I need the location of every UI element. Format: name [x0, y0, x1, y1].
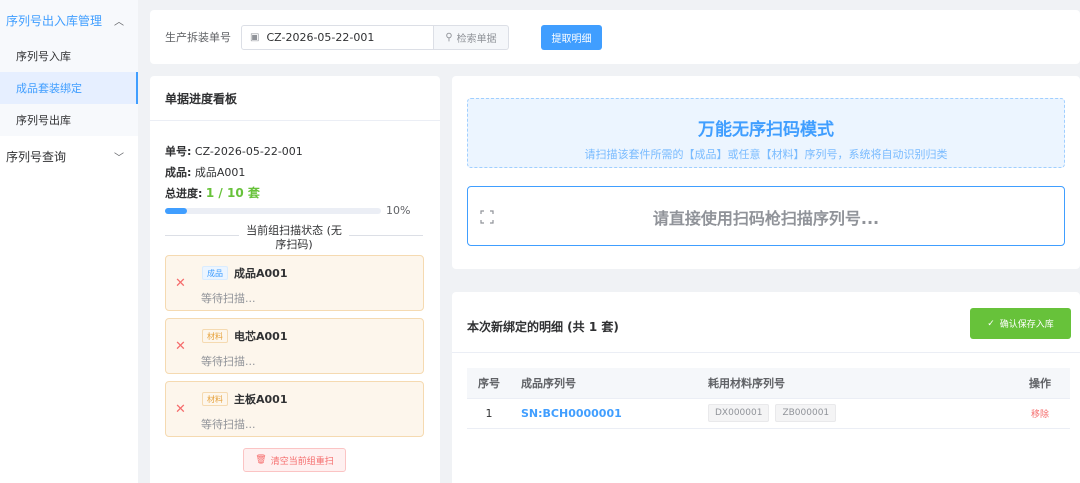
group-status-divider: 当前组扫描状态 (无 序扫码)	[165, 224, 423, 254]
close-icon: ✕	[175, 276, 186, 291]
material-sn-tag: ZB000001	[775, 404, 837, 422]
progress-bar-fill	[165, 208, 187, 214]
item-name: 电芯A001	[234, 330, 288, 343]
scan-placeholder: 请直接使用扫码枪扫描序列号...	[652, 209, 880, 228]
menu-group-label: 序列号查询	[6, 149, 67, 164]
progress-key: 总进度:	[165, 187, 203, 200]
divider	[452, 352, 1080, 353]
empty-row	[467, 428, 1070, 478]
sidebar-item-kit-binding[interactable]: 成品套装绑定	[0, 72, 138, 104]
col-header-no: 序号	[467, 368, 511, 399]
sidebar-item-label: 序列号入库	[16, 50, 71, 63]
scan-card-product: ✕ 成品 成品A001 等待扫描...	[165, 255, 424, 311]
search-order-button[interactable]: ⚲ 检索单据	[434, 24, 509, 50]
chevron-down-icon: ﹀	[114, 152, 124, 164]
scan-mode-banner: 万能无序扫码模式 请扫描该套件所需的【成品】或任意【材料】序列号，系统将自动识别…	[467, 98, 1065, 168]
binding-detail-title: 本次新绑定的明细 (共 1 套)	[467, 320, 619, 334]
divider-line	[165, 235, 239, 236]
scan-status: 等待扫描...	[201, 355, 256, 368]
submenu: 序列号入库 成品套装绑定 序列号出库	[0, 40, 138, 136]
progress-board-title: 单据进度看板	[150, 76, 440, 121]
category-tag: 成品	[202, 266, 228, 280]
product-value: 成品A001	[194, 166, 246, 179]
menu-group-label: 序列号出入库管理	[6, 13, 103, 28]
sidebar-item-label: 序列号出库	[16, 114, 71, 127]
progress-value: 1 / 10 套	[205, 186, 260, 200]
product-info: 成品: 成品A001	[165, 164, 245, 180]
order-key: 单号:	[165, 145, 192, 158]
col-header-materials: 耗用材料序列号	[698, 368, 1010, 399]
remove-link[interactable]: 移除	[1031, 410, 1049, 420]
order-value: CZ-2026-05-22-001	[194, 145, 303, 158]
sidebar-item-serial-out[interactable]: 序列号出库	[0, 104, 138, 136]
row-actions: 移除	[1010, 398, 1070, 429]
group-status-title: 当前组扫描状态 (无 序扫码)	[243, 224, 345, 252]
scan-mode-title: 万能无序扫码模式	[698, 120, 834, 140]
search-icon: ⚲	[445, 31, 453, 43]
clear-group-button[interactable]: 🗑 清空当前组重扫	[243, 448, 346, 472]
sidebar-item-serial-in[interactable]: 序列号入库	[0, 40, 138, 72]
trash-icon: 🗑	[255, 455, 267, 465]
product-sn: SN:BCH0000001	[511, 398, 698, 429]
fetch-details-button[interactable]: 提取明细	[541, 24, 602, 50]
order-search-bar: 生产拆装单号 ▣ CZ-2026-05-22-001 ⚲ 检索单据 提取明细	[150, 10, 1080, 64]
order-number-input[interactable]: ▣ CZ-2026-05-22-001	[241, 24, 434, 50]
document-icon: ▣	[250, 31, 260, 43]
empty-cell	[467, 428, 1070, 478]
save-inbound-label: 确认保存入库	[999, 320, 1054, 330]
close-icon: ✕	[175, 402, 186, 417]
close-icon: ✕	[175, 339, 186, 354]
clear-group-label: 清空当前组重扫	[270, 456, 334, 467]
group-status-line: 序扫码)	[275, 238, 313, 251]
order-number-label: 生产拆装单号	[165, 31, 231, 44]
item-name: 主板A001	[234, 393, 288, 406]
check-icon: ✓	[987, 318, 995, 329]
item-name: 成品A001	[234, 267, 288, 280]
search-order-label: 检索单据	[456, 33, 497, 45]
scan-status: 等待扫描...	[201, 418, 256, 431]
product-key: 成品:	[165, 166, 192, 179]
chevron-up-icon: ︿	[114, 16, 124, 28]
divider-line	[349, 235, 423, 236]
order-number-value: CZ-2026-05-22-001	[266, 30, 375, 44]
menu-group-serial-inout[interactable]: 序列号出入库管理 ︿	[0, 0, 138, 40]
table-row: 1 SN:BCH0000001 DX000001 ZB000001 移除	[467, 398, 1070, 429]
scan-card-material: ✕ 材料 电芯A001 等待扫描...	[165, 318, 424, 374]
scan-mode-description: 请扫描该套件所需的【成品】或任意【材料】序列号，系统将自动识别归类	[584, 148, 948, 161]
sidebar-item-label: 成品套装绑定	[16, 82, 82, 95]
col-header-ops: 操作	[1010, 368, 1070, 399]
material-sn-tag: DX000001	[708, 404, 770, 422]
menu-group-serial-query[interactable]: 序列号查询 ﹀	[0, 136, 138, 176]
scan-panel: 万能无序扫码模式 请扫描该套件所需的【成品】或任意【材料】序列号，系统将自动识别…	[452, 76, 1080, 269]
category-tag: 材料	[202, 329, 228, 343]
table-header-row: 序号 成品序列号 耗用材料序列号 操作	[467, 368, 1070, 399]
material-sns: DX000001 ZB000001	[698, 398, 1010, 429]
progress-info: 总进度: 1 / 10 套	[165, 184, 260, 201]
scan-status: 等待扫描...	[201, 292, 256, 305]
binding-table: 序号 成品序列号 耗用材料序列号 操作 1 SN:BCH0000001 DX00…	[467, 368, 1070, 478]
sidebar: 序列号出入库管理 ︿ 序列号入库 成品套装绑定 序列号出库 序列号查询 ﹀	[0, 0, 138, 483]
save-inbound-button[interactable]: ✓ 确认保存入库	[970, 308, 1071, 339]
row-no: 1	[467, 398, 511, 429]
progress-percent: 10%	[386, 204, 411, 217]
scan-card-material: ✕ 材料 主板A001 等待扫描...	[165, 381, 424, 437]
binding-detail-panel: 本次新绑定的明细 (共 1 套) ✓ 确认保存入库 序号 成品序列号 耗用材料序…	[452, 292, 1080, 483]
group-status-line: 当前组扫描状态 (无	[246, 224, 342, 237]
progress-bar	[165, 208, 381, 214]
col-header-sn: 成品序列号	[511, 368, 698, 399]
fetch-details-label: 提取明细	[551, 33, 592, 45]
progress-board: 单据进度看板 单号: CZ-2026-05-22-001 成品: 成品A001 …	[150, 76, 440, 483]
order-info: 单号: CZ-2026-05-22-001	[165, 143, 303, 159]
serial-scan-input[interactable]: 请直接使用扫码枪扫描序列号...	[467, 186, 1065, 246]
category-tag: 材料	[202, 392, 228, 406]
